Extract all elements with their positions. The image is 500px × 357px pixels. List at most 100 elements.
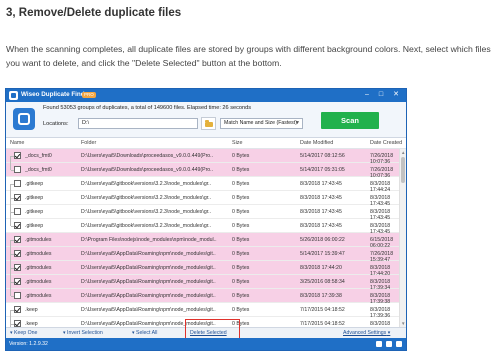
file-folder: D:\Users\eyai5\AppData\Roaming\npm\node_… — [81, 251, 216, 257]
table-row[interactable]: .gitmodules D:\Program Files\nodejs\node_… — [6, 233, 399, 249]
date-modified: 8/3/2018 17:44:20 — [300, 265, 342, 271]
table-row[interactable]: .gitmodules D:\Users\eyai5\AppData\Roamin… — [6, 261, 399, 277]
date-modified: 3/25/2016 08:58:34 — [300, 279, 345, 285]
scroll-down-icon[interactable]: ▼ — [401, 321, 405, 326]
file-size: 0 Bytes — [232, 307, 250, 313]
file-size: 0 Bytes — [232, 293, 250, 299]
minimize-button[interactable]: – — [362, 90, 372, 100]
table-row[interactable]: .gitmodules D:\Users\eyai5\AppData\Roamin… — [6, 275, 399, 291]
date-modified: 5/14/2017 15:39:47 — [300, 251, 345, 257]
keep-one-button[interactable]: ▾ Keep One — [10, 330, 37, 336]
file-name: _docs_fmt0 — [25, 167, 52, 173]
table-row[interactable]: _docs_fmt0 D:\Users\eyai5\Downloads\proce… — [6, 163, 399, 179]
date-modified: 5/26/2018 06:00:22 — [300, 237, 345, 243]
date-modified: 8/3/2018 17:39:38 — [300, 293, 342, 299]
locations-input[interactable]: D:\ — [78, 118, 198, 129]
file-name: .gitmodules — [25, 279, 52, 285]
row-checkbox[interactable] — [14, 264, 21, 271]
table-row[interactable]: .gitmodules D:\Users\eyai5\AppData\Roamin… — [6, 247, 399, 263]
table-row[interactable]: .keep D:\Users\eyai5\AppData\Roaming\npm\… — [6, 303, 399, 319]
row-checkbox[interactable] — [14, 236, 21, 243]
advanced-settings-link[interactable]: Advanced Settings ▾ — [343, 330, 390, 336]
row-checkbox[interactable] — [14, 222, 21, 229]
table-row[interactable]: .gitkeep D:\Users\eyai5\gitbook\versions\… — [6, 191, 399, 207]
file-name: .gitmodules — [25, 265, 52, 271]
keep-one-label: Keep One — [14, 330, 38, 336]
file-folder: D:\Users\eyai5\AppData\Roaming\npm\node_… — [81, 279, 216, 285]
table-row[interactable]: _docs_fmt0 D:\Users\eyai5\Downloads\proce… — [6, 149, 399, 165]
row-checkbox[interactable] — [14, 152, 21, 159]
scan-info-panel: Found 53053 groups of duplicates, a tota… — [6, 102, 406, 138]
scroll-up-icon[interactable]: ▲ — [401, 150, 405, 155]
file-folder: D:\Users\eyai5\gitbook\versions\3.2.3\no… — [81, 223, 212, 229]
file-name: .gitkeep — [25, 223, 44, 229]
file-size: 0 Bytes — [232, 153, 250, 159]
vertical-scrollbar[interactable]: ▲ ▼ — [399, 149, 406, 327]
date-modified: 8/3/2018 17:43:45 — [300, 223, 342, 229]
file-name: _docs_fmt0 — [25, 153, 52, 159]
file-name: .gitkeep — [25, 209, 44, 215]
row-checkbox[interactable] — [14, 306, 21, 313]
row-checkbox[interactable] — [14, 278, 21, 285]
date-modified: 8/3/2018 17:43:45 — [300, 209, 342, 215]
table-row[interactable]: .gitkeep D:\Users\eyai5\gitbook\versions\… — [6, 177, 399, 193]
file-size: 0 Bytes — [232, 209, 250, 215]
invert-selection-label: Invert Selection — [67, 330, 103, 336]
folder-icon — [205, 120, 213, 127]
row-checkbox[interactable] — [14, 194, 21, 201]
table-row[interactable]: .gitkeep D:\Users\eyai5\gitbook\versions\… — [6, 219, 399, 235]
date-modified: 8/3/2018 17:43:45 — [300, 195, 342, 201]
invert-selection-button[interactable]: ▾ Invert Selection — [63, 330, 103, 336]
file-size: 0 Bytes — [232, 279, 250, 285]
browse-folder-button[interactable] — [201, 117, 216, 130]
column-folder[interactable]: Folder — [81, 140, 96, 146]
close-button[interactable]: ✕ — [391, 90, 401, 100]
twitter-icon[interactable] — [386, 341, 392, 347]
row-checkbox[interactable] — [14, 292, 21, 299]
column-date-created[interactable]: Date Created — [370, 140, 402, 146]
match-mode-value: Match Name and Size (Fastest) — [224, 120, 297, 126]
select-all-button[interactable]: ▾ Select All — [132, 330, 157, 336]
article-heading: 3, Remove/Delete duplicate files — [6, 7, 182, 19]
file-name: .gitmodules — [25, 293, 52, 299]
file-folder: D:\Program Files\nodejs\node_modules\npm… — [81, 237, 217, 243]
scan-button[interactable]: Scan — [321, 112, 379, 129]
column-size[interactable]: Size — [232, 140, 243, 146]
select-all-label: Select All — [136, 330, 158, 336]
file-folder: D:\Users\eyai5\Downloads\proceedasos_v9.… — [81, 153, 214, 159]
file-folder: D:\Users\eyai5\gitbook\versions\3.2.3\no… — [81, 195, 212, 201]
scroll-thumb[interactable] — [401, 157, 405, 183]
facebook-icon[interactable] — [376, 341, 382, 347]
row-checkbox[interactable] — [14, 180, 21, 187]
title-bar: Wiseo Duplicate Finder PRO – □ ✕ — [6, 89, 406, 102]
table-header: Name Folder Size Date Modified Date Crea… — [6, 138, 406, 149]
file-size: 0 Bytes — [232, 237, 250, 243]
date-modified: 7/17/2015 04:18:52 — [300, 307, 345, 313]
google-plus-icon[interactable] — [396, 341, 402, 347]
column-date-modified[interactable]: Date Modified — [300, 140, 333, 146]
date-modified: 8/3/2018 17:43:45 — [300, 181, 342, 187]
column-name[interactable]: Name — [10, 140, 24, 146]
row-checkbox[interactable] — [14, 208, 21, 215]
file-name: .keep — [25, 307, 38, 313]
file-size: 0 Bytes — [232, 167, 250, 173]
app-title: Wiseo Duplicate Finder — [21, 91, 91, 98]
table-row[interactable]: .gitkeep D:\Users\eyai5\gitbook\versions\… — [6, 205, 399, 221]
file-size: 0 Bytes — [232, 251, 250, 257]
advanced-settings-label: Advanced Settings — [343, 330, 387, 336]
file-size: 0 Bytes — [232, 223, 250, 229]
row-checkbox[interactable] — [14, 320, 21, 327]
row-checkbox[interactable] — [14, 250, 21, 257]
table-row[interactable]: .gitmodules D:\Users\eyai5\AppData\Roamin… — [6, 289, 399, 305]
file-folder: D:\Users\eyai5\AppData\Roaming\npm\node_… — [81, 307, 216, 313]
file-name: .gitkeep — [25, 195, 44, 201]
date-modified: 5/14/2017 08:12:56 — [300, 153, 345, 159]
status-bar: Version: 1.2.9.32 — [6, 338, 406, 350]
duplicate-file-list: _docs_fmt0 D:\Users\eyai5\Downloads\proce… — [6, 149, 399, 327]
app-big-logo-icon — [13, 108, 35, 130]
scan-summary: Found 53053 groups of duplicates, a tota… — [43, 105, 252, 111]
file-name: .gitmodules — [25, 251, 52, 257]
maximize-button[interactable]: □ — [376, 90, 386, 100]
match-mode-select[interactable]: Match Name and Size (Fastest) ▼ — [220, 118, 303, 129]
row-checkbox[interactable] — [14, 166, 21, 173]
